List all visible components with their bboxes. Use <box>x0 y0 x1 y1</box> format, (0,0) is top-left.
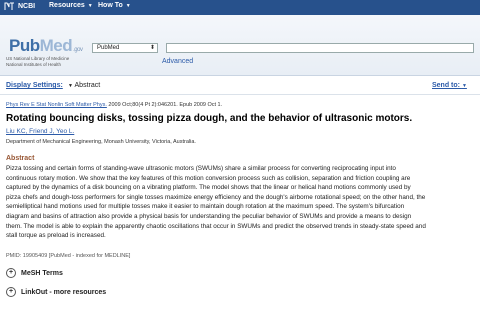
abstract-heading: Abstract <box>6 155 35 162</box>
logo-pub: Pub <box>9 36 40 55</box>
dropdown-triangle-icon: ▼ <box>68 83 73 89</box>
send-to-link[interactable]: Send to: ▼ <box>432 82 467 89</box>
advanced-search-link[interactable]: Advanced <box>162 58 193 65</box>
database-select[interactable]: PubMed ⬍ <box>92 43 158 53</box>
mesh-terms-toggle[interactable]: + MeSH Terms <box>6 268 63 278</box>
expand-plus-icon: + <box>6 287 16 297</box>
ncbi-label: NCBI <box>18 3 36 10</box>
display-format: Abstract <box>74 82 101 89</box>
database-value: PubMed <box>97 45 120 51</box>
article-title: Rotating bouncing disks, tossing pizza d… <box>6 113 413 124</box>
ncbi-logo[interactable]: NCBI <box>4 2 35 11</box>
abstract-body: Pizza tossing and certain forms of stand… <box>6 164 476 241</box>
chevron-down-icon: ▼ <box>125 2 131 9</box>
abstract-line: continuous rotary motion. We show that t… <box>6 174 411 182</box>
how-to-label: How To <box>98 2 123 9</box>
linkout-toggle[interactable]: + LinkOut - more resources <box>6 287 106 297</box>
select-arrows-icon: ⬍ <box>149 45 155 51</box>
linkout-label: LinkOut - more resources <box>21 288 107 296</box>
citation: Phys Rev E Stat Nonlin Soft Matter Phys.… <box>6 102 222 108</box>
pmid-line: PMID: 19905409 [PubMed - indexed for MED… <box>6 253 131 259</box>
citation-details: 2009 Oct;80(4 Pt 2):046201. Epub 2009 Oc… <box>106 102 223 108</box>
mesh-terms-label: MeSH Terms <box>21 269 63 277</box>
resources-menu[interactable]: Resources ▼ <box>49 2 93 9</box>
how-to-menu[interactable]: How To ▼ <box>98 2 131 9</box>
chevron-down-icon: ▼ <box>87 2 93 9</box>
send-to-label: Send to: <box>432 82 460 89</box>
ncbi-logo-icon <box>4 2 15 11</box>
abstract-line: stall torque as preload is increased. <box>6 232 106 240</box>
abstract-line: them. The model is able to explain the a… <box>6 222 426 230</box>
logo-med: Med <box>39 36 73 55</box>
abstract-line: pizza chefs and dough-toss performers fo… <box>6 193 426 201</box>
display-settings-value: ▼ Abstract <box>68 82 100 89</box>
abstract-line: semielliptical hand motions used for mul… <box>6 203 405 211</box>
search-input[interactable] <box>166 43 474 53</box>
abstract-line: diagram and basins of attraction also pr… <box>6 212 412 220</box>
expand-plus-icon: + <box>6 268 16 278</box>
author-list[interactable]: Liu KC, Friend J, Yeo L. <box>6 128 74 135</box>
resources-label: Resources <box>49 2 85 9</box>
pubmed-logo[interactable]: PubMed.gov <box>9 36 83 56</box>
nlm-line-1: US National Library of Medicine <box>6 56 70 61</box>
abstract-line: captured by the dynamics of a disk bounc… <box>6 184 411 192</box>
display-bar: Display Settings: ▼ Abstract Send to: ▼ <box>0 79 480 95</box>
abstract-line: Pizza tossing and certain forms of stand… <box>6 165 396 172</box>
logo-gov: .gov <box>73 47 83 53</box>
display-settings-link[interactable]: Display Settings: <box>6 82 63 89</box>
journal-link[interactable]: Phys Rev E Stat Nonlin Soft Matter Phys. <box>6 102 107 108</box>
ncbi-top-bar: NCBI Resources ▼ How To ▼ <box>0 0 480 15</box>
affiliation: Department of Mechanical Engineering, Mo… <box>6 139 196 145</box>
chevron-down-icon: ▼ <box>461 83 467 89</box>
nlm-caption: US National Library of Medicine National… <box>6 56 69 67</box>
nlm-line-2: National Institutes of Health <box>6 61 62 67</box>
